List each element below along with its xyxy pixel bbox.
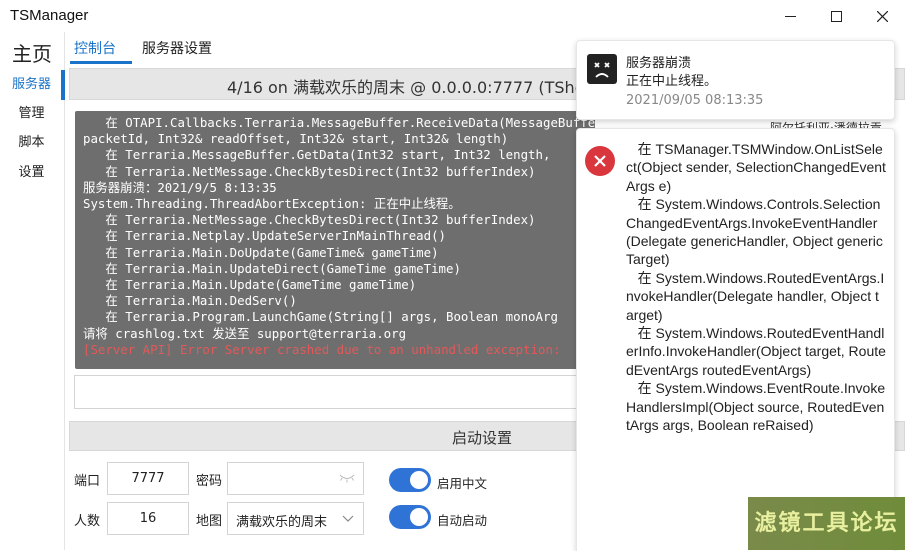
crash-notification-title: 服务器崩溃	[626, 56, 692, 71]
console-line: 在 Terraria.Program.LaunchGame(String[] a…	[83, 309, 558, 325]
players-input[interactable]: 16	[107, 502, 189, 535]
nav-active-indicator	[61, 70, 65, 100]
sad-face-icon	[587, 54, 617, 84]
nav-item-label: 脚本	[18, 135, 45, 150]
eye-closed-icon[interactable]	[339, 473, 355, 483]
console-line: 在 Terraria.MessageBuffer.GetData(Int32 s…	[83, 147, 551, 163]
side-nav: 主页 服务器 管理 脚本 设置	[0, 32, 65, 550]
toggle-chinese-label: 启用中文	[437, 476, 488, 491]
port-input[interactable]: 7777	[107, 462, 189, 495]
error-notification-message: 在 TSManager.TSMWindow.OnListSelect(Objec…	[626, 141, 886, 434]
console-line: 服务器崩溃：2021/9/5 8:13:35	[83, 179, 277, 195]
watermark-logo: 滤镜工具论坛	[748, 497, 905, 550]
console-line: 在 Terraria.Main.Update(GameTime gameTime…	[83, 277, 417, 293]
error-circle-icon	[585, 146, 615, 176]
console-line: 在 Terraria.NetMessage.CheckBytesDirect(I…	[83, 212, 536, 228]
toggle-knob	[410, 471, 428, 489]
password-input[interactable]	[227, 462, 364, 495]
toggle-autostart-label: 自动启动	[437, 513, 488, 528]
error-notification[interactable]: 在 TSManager.TSMWindow.OnListSelect(Objec…	[576, 128, 895, 551]
nav-item-scripts[interactable]: 脚本	[0, 128, 63, 158]
nav-item-settings[interactable]: 设置	[0, 158, 63, 188]
console-line: packetId, Int32& readOffset, Int32& star…	[83, 131, 509, 147]
title-bar: TSManager	[0, 0, 905, 32]
console-line: 在 OTAPI.Callbacks.Terraria.MessageBuffer…	[105, 115, 595, 130]
crash-notification[interactable]: 服务器崩溃 正在中止线程。 2021/09/05 08:13:35	[576, 40, 895, 120]
minimize-button[interactable]	[767, 0, 813, 32]
console-line: System.Threading.ThreadAbortException: 正…	[83, 196, 461, 212]
nav-item-label: 服务器	[11, 77, 51, 92]
password-label: 密码	[196, 474, 223, 489]
port-value: 7777	[131, 471, 165, 486]
maximize-icon	[830, 10, 842, 22]
nav-item-label: 设置	[18, 165, 45, 180]
app-title: TSManager	[10, 7, 89, 24]
console-line: 请将 crashlog.txt 发送至 support@terraria.org	[83, 325, 407, 341]
close-button[interactable]	[859, 0, 905, 32]
tab-server-settings[interactable]: 服务器设置	[142, 38, 212, 58]
maximize-button[interactable]	[813, 0, 859, 32]
console-line: 在 Terraria.Main.UpdateDirect(GameTime ga…	[83, 260, 461, 276]
console-output[interactable]: 在 OTAPI.Callbacks.Terraria.MessageBuffer…	[75, 111, 595, 369]
command-input[interactable]	[74, 375, 594, 409]
map-value: 满载欢乐的周末	[236, 515, 328, 530]
console-lines: 在 OTAPI.Callbacks.Terraria.MessageBuffer…	[75, 115, 595, 358]
console-error-line: [Server API] Error Server crashed due to…	[83, 341, 561, 357]
console-line: 在 Terraria.Main.DedServ()	[83, 293, 297, 309]
nav-item-label: 管理	[18, 106, 45, 121]
minimize-icon	[784, 15, 796, 17]
console-line: 在 Terraria.Main.DoUpdate(GameTime& gameT…	[83, 244, 439, 260]
tab-console[interactable]: 控制台	[74, 38, 116, 58]
toggle-chinese[interactable]	[389, 468, 431, 492]
tab-active-underline	[70, 61, 132, 64]
map-select[interactable]: 满载欢乐的周末	[227, 502, 364, 535]
players-label: 人数	[74, 514, 101, 529]
toggle-autostart[interactable]	[389, 505, 431, 529]
startup-settings-title: 启动设置	[452, 429, 513, 447]
console-line: 在 Terraria.NetMessage.CheckBytesDirect(I…	[83, 163, 536, 179]
close-icon	[876, 10, 888, 22]
server-status-text: 4/16 on 满载欢乐的周末 @ 0.0.0.0:7777 (TShoc	[227, 78, 594, 97]
port-label: 端口	[74, 474, 101, 489]
chevron-down-icon	[342, 515, 354, 522]
map-label: 地图	[196, 514, 223, 529]
nav-home-title[interactable]: 主页	[12, 38, 52, 67]
players-value: 16	[139, 511, 157, 526]
toggle-knob	[410, 508, 428, 526]
console-line: 在 Terraria.Netplay.UpdateServerInMainThr…	[83, 228, 447, 244]
nav-item-manage[interactable]: 管理	[0, 99, 63, 129]
nav-item-server[interactable]: 服务器	[0, 70, 63, 100]
crash-notification-message: 正在中止线程。	[626, 74, 718, 89]
crash-notification-time: 2021/09/05 08:13:35	[626, 93, 764, 108]
